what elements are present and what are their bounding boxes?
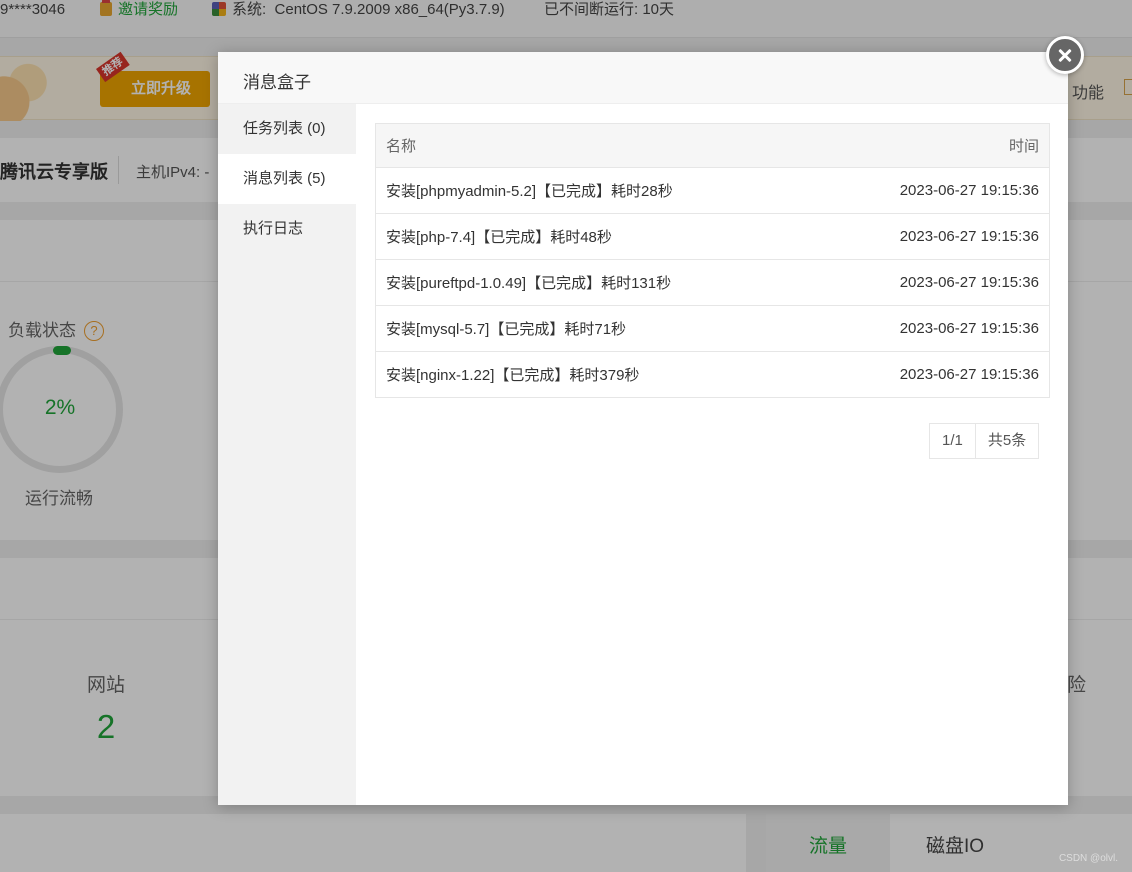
modal-body: 名称 时间 安装[phpmyadmin-5.2]【已完成】耗时28秒 2023-… <box>356 104 1068 805</box>
column-header-time: 时间 <box>818 123 1050 168</box>
message-name: 安装[mysql-5.7]【已完成】耗时71秒 <box>375 305 819 352</box>
table-row: 安装[pureftpd-1.0.49]【已完成】耗时131秒 2023-06-2… <box>375 259 1050 306</box>
sidebar-item-message-list[interactable]: 消息列表 (5) <box>218 154 356 204</box>
table-header-row: 名称 时间 <box>375 123 1050 168</box>
watermark: CSDN @olvl. <box>1058 853 1118 864</box>
message-name: 安装[phpmyadmin-5.2]【已完成】耗时28秒 <box>375 167 819 214</box>
message-time: 2023-06-27 19:15:36 <box>818 213 1050 260</box>
message-name: 安装[nginx-1.22]【已完成】耗时379秒 <box>375 351 819 398</box>
message-time: 2023-06-27 19:15:36 <box>818 259 1050 306</box>
page-indicator: 1/1 <box>942 432 963 449</box>
message-time: 2023-06-27 19:15:36 <box>818 305 1050 352</box>
message-box-modal: 消息盒子 任务列表 (0) 消息列表 (5) 执行日志 名称 时间 安装[php… <box>218 36 1084 805</box>
modal-header: 消息盒子 <box>218 52 1068 104</box>
table-row: 安装[mysql-5.7]【已完成】耗时71秒 2023-06-27 19:15… <box>375 305 1050 352</box>
sidebar-item-exec-log[interactable]: 执行日志 <box>218 204 356 254</box>
table-row: 安装[php-7.4]【已完成】耗时48秒 2023-06-27 19:15:3… <box>375 213 1050 260</box>
table-row: 安装[phpmyadmin-5.2]【已完成】耗时28秒 2023-06-27 … <box>375 167 1050 214</box>
modal-sidebar: 任务列表 (0) 消息列表 (5) 执行日志 <box>218 104 356 805</box>
close-icon[interactable] <box>1046 36 1084 74</box>
pagination: 1/1 共5条 <box>929 423 1040 459</box>
table-row: 安装[nginx-1.22]【已完成】耗时379秒 2023-06-27 19:… <box>375 351 1050 398</box>
column-header-name: 名称 <box>375 123 819 168</box>
modal-title: 消息盒子 <box>243 73 311 92</box>
message-name: 安装[php-7.4]【已完成】耗时48秒 <box>375 213 819 260</box>
message-table: 名称 时间 安装[phpmyadmin-5.2]【已完成】耗时28秒 2023-… <box>375 123 1050 398</box>
total-count: 共5条 <box>974 424 1038 458</box>
dashboard-page: 9****3046 邀请奖励 系统: CentOS 7.9.2009 x86_6… <box>0 0 1132 872</box>
message-time: 2023-06-27 19:15:36 <box>818 351 1050 398</box>
message-name: 安装[pureftpd-1.0.49]【已完成】耗时131秒 <box>375 259 819 306</box>
sidebar-item-task-list[interactable]: 任务列表 (0) <box>218 104 356 154</box>
message-time: 2023-06-27 19:15:36 <box>818 167 1050 214</box>
